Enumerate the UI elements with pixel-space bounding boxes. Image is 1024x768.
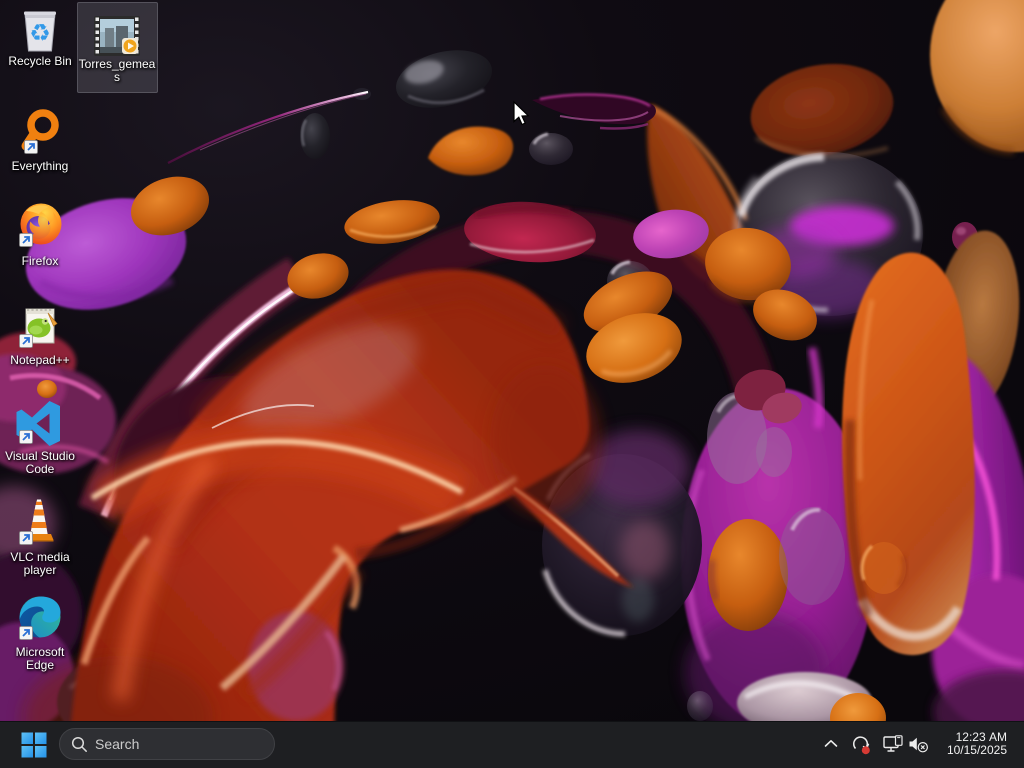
svg-text:♻: ♻ xyxy=(29,20,51,47)
